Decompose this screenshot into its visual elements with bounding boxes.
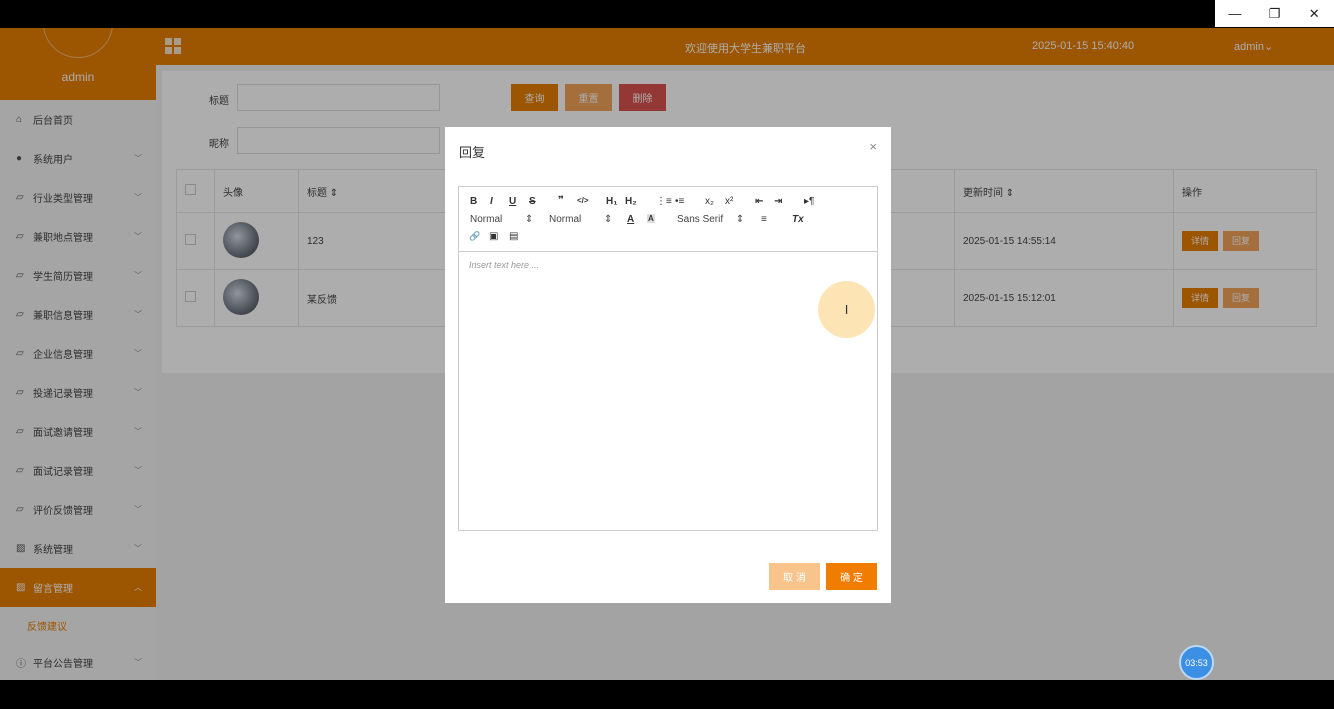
font-select[interactable]: Sans Serif ⇕ — [677, 214, 744, 225]
editor-placeholder[interactable]: Insert text here ... — [469, 260, 539, 270]
ordered-list-icon[interactable]: ⋮≡ — [656, 196, 672, 207]
h1-icon[interactable]: H₁ — [606, 196, 617, 207]
strike-icon[interactable]: S — [529, 196, 536, 207]
confirm-button[interactable]: 确 定 — [826, 563, 877, 590]
header-select-value: Normal — [549, 214, 582, 225]
screen: — ❐ ✕ admin ⌂ 后台首页 ● 系统用户 ﹀ ▱ 行业类型管理 ﹀ ▱ 兼职地点管… — [0, 0, 1334, 709]
rich-text-editor: B I U S ❞ </> H₁ H₂ ⋮≡ •≡ x₂ x² ⇤ ⇥ ▸¶ N… — [458, 186, 878, 531]
indent-icon[interactable]: ⇥ — [774, 196, 782, 207]
select-arrow-icon: ⇕ — [525, 214, 534, 225]
restore-icon[interactable]: ❐ — [1255, 0, 1295, 27]
window-controls: — ❐ ✕ — [1215, 0, 1334, 27]
video-icon[interactable]: ▤ — [509, 231, 518, 242]
font-select-value: Sans Serif — [677, 214, 724, 225]
rtl-icon[interactable]: ▸¶ — [804, 196, 814, 207]
image-icon[interactable]: ▣ — [489, 231, 498, 242]
editor-toolbar: B I U S ❞ </> H₁ H₂ ⋮≡ •≡ x₂ x² ⇤ ⇥ ▸¶ N… — [459, 187, 877, 252]
size-select[interactable]: Normal ⇕ — [470, 214, 533, 225]
italic-icon[interactable]: I — [490, 196, 493, 207]
close-icon[interactable]: × — [869, 139, 877, 154]
underline-icon[interactable]: U — [509, 196, 516, 207]
size-select-value: Normal — [470, 214, 503, 225]
reply-dialog: 回复 × B I U S ❞ </> H₁ H₂ ⋮≡ •≡ x₂ x² ⇤ ⇥… — [445, 127, 891, 603]
minimize-icon[interactable]: — — [1215, 0, 1255, 27]
select-arrow-icon: ⇕ — [735, 214, 745, 225]
outdent-icon[interactable]: ⇤ — [755, 196, 763, 207]
dialog-title: 回复 — [459, 145, 486, 160]
bullet-list-icon[interactable]: •≡ — [675, 196, 684, 207]
close-icon[interactable]: ✕ — [1294, 0, 1334, 27]
h2-icon[interactable]: H₂ — [625, 196, 637, 207]
recording-timer[interactable]: 03:53 — [1179, 645, 1214, 680]
superscript-icon[interactable]: x² — [725, 196, 733, 207]
background-color-icon[interactable]: A — [647, 214, 655, 223]
bold-icon[interactable]: B — [470, 196, 477, 207]
cancel-button[interactable]: 取 消 — [769, 563, 820, 590]
text-cursor-icon: I — [818, 281, 875, 338]
select-arrow-icon: ⇕ — [604, 214, 613, 225]
header-select[interactable]: Normal ⇕ — [549, 214, 612, 225]
clean-format-icon[interactable]: Tx — [792, 214, 804, 225]
text-color-icon[interactable]: A — [627, 214, 634, 225]
subscript-icon[interactable]: x₂ — [705, 196, 714, 207]
link-icon[interactable]: 🔗 — [469, 231, 480, 242]
align-icon[interactable]: ≡ — [761, 214, 767, 225]
quote-icon[interactable]: ❞ — [558, 195, 564, 206]
code-icon[interactable]: </> — [577, 196, 589, 205]
